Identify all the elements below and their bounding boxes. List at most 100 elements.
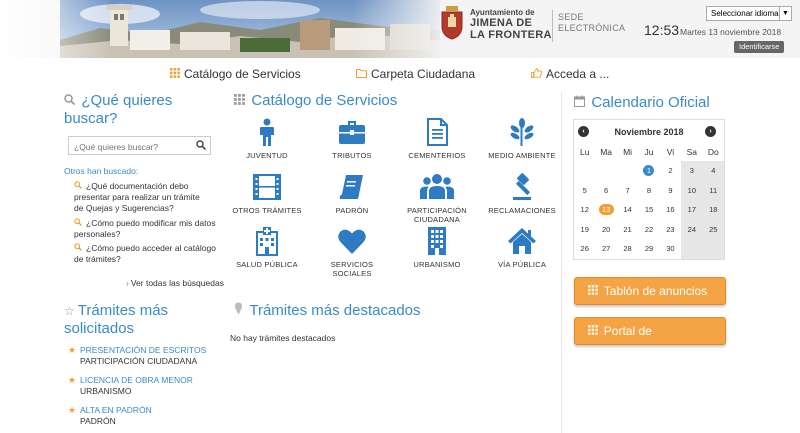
calendar-day-number: 3 [689, 166, 694, 175]
calendar-day[interactable]: 15 [638, 200, 659, 220]
language-select[interactable]: Seleccionar idioma ▼ [706, 6, 792, 21]
catalog-item-reclamaciones[interactable]: RECLAMACIONES [477, 172, 567, 215]
calendar-weekday: Vi [666, 147, 675, 157]
calendar-weekday: Ma [600, 147, 613, 157]
brand-ayuntamiento: Ayuntamiento de [470, 8, 535, 17]
calendar-day[interactable]: 17 [681, 200, 703, 220]
calendar-day-number: 24 [687, 224, 697, 234]
calendar-day[interactable]: 29 [638, 239, 659, 259]
catalog-item-otros-tramites[interactable]: OTROS TRÁMITES [222, 172, 312, 215]
tramite-item[interactable]: ★ PRESENTACIÓN DE ESCRITOS PARTICIPACIÓN… [68, 345, 206, 367]
search-input[interactable] [69, 138, 189, 156]
calendar-day[interactable]: 8 [638, 181, 659, 201]
tramite-category: PADRÓN [80, 416, 116, 426]
calendar-day[interactable]: 16 [660, 200, 681, 220]
nav-catalog[interactable]: Catálogo de Servicios [170, 66, 301, 82]
search-submit-icon[interactable] [196, 140, 206, 150]
tramites-title-line2: solicitados [64, 320, 135, 337]
catalog-item-salud-publica[interactable]: SALUD PÚBLICA [222, 226, 312, 269]
catalog-item-servicios-sociales[interactable]: SERVICIOS SOCIALES [307, 226, 397, 278]
calendar-day[interactable]: 22 [638, 220, 659, 240]
see-all-searches-link[interactable]: › Ver todas las búsquedas [126, 278, 224, 288]
calendar-prev-button[interactable]: ‹ [578, 126, 589, 137]
identify-button[interactable]: Identificarse [734, 41, 785, 53]
heart-icon [338, 229, 366, 254]
calendar-day[interactable]: 5 [574, 181, 595, 201]
catalog-item-via-publica[interactable]: VÍA PÚBLICA [477, 226, 567, 269]
nav-folder[interactable]: Carpeta Ciudadana [356, 66, 475, 82]
calendar-day[interactable]: 21 [617, 220, 638, 240]
calendar-day[interactable]: 26 [574, 239, 595, 259]
catalog-item-cementerios[interactable]: CEMENTERIOS [392, 117, 482, 160]
calendar-day[interactable]: 18 [702, 200, 724, 220]
calendar-weekday: Ju [644, 147, 654, 157]
tablon-anuncios-button[interactable]: Tablón de anuncios [574, 277, 726, 305]
tramites-section-title: ☆ Trámites más solicitados [64, 302, 224, 337]
query-text-line: de Quejas y Sugerencias? [74, 203, 174, 213]
calendar-day[interactable]: 11 [702, 180, 724, 201]
tramite-item[interactable]: ★ LICENCIA DE OBRA MENOR URBANISMO [68, 375, 193, 397]
calendar-day[interactable]: 19 [574, 220, 595, 240]
building-icon [428, 227, 446, 255]
calendar-icon [574, 95, 588, 110]
calendar-day[interactable]: 9 [660, 181, 681, 201]
catalog-title-label: Catálogo de Servicios [251, 92, 398, 109]
catalog-item-label: VÍA PÚBLICA [497, 260, 547, 269]
grid-icon [234, 94, 248, 108]
brand-divider [552, 10, 553, 42]
destacados-title-label: Trámites más destacados [249, 302, 421, 319]
document-icon [427, 118, 448, 146]
portal-transparencia-button[interactable]: Portal de transparencia [574, 317, 726, 366]
calendar-day[interactable]: 24 [681, 219, 703, 240]
query-text-line: ¿Cómo puedo acceder al catálogo [86, 243, 216, 253]
calendar-day[interactable]: 7 [617, 181, 638, 201]
calendar-day-number: 6 [604, 185, 609, 195]
calendar-day[interactable]: 28 [617, 239, 638, 259]
query-text-line: personales? [74, 229, 121, 239]
calendar-day[interactable]: 6 [595, 181, 616, 201]
tramite-item[interactable]: ★ ALTA EN PADRÓN PADRÓN [68, 405, 152, 427]
calendar-day[interactable]: 3 [681, 161, 703, 181]
catalog-item-tributos[interactable]: TRIBUTOS [307, 117, 397, 160]
calendar-day-number: 29 [644, 244, 654, 254]
catalog-item-label: CEMENTERIOS [408, 151, 466, 160]
calendar-day-number: 11 [709, 185, 718, 195]
nav-access[interactable]: Acceda a ... [531, 66, 609, 82]
calendar-day[interactable]: 1 [638, 161, 659, 181]
calendar-day-number: 21 [623, 224, 632, 234]
search-query-item[interactable]: ¿Cómo puedo acceder al catálogo de trámi… [74, 243, 226, 265]
municipality-brand[interactable]: Ayuntamiento de JIMENA DE LA FRONTERA [470, 9, 552, 41]
destacados-empty-message: No hay trámites destacados [230, 333, 336, 343]
calendar-day-number: 19 [580, 224, 589, 234]
calendar-day[interactable]: 20 [595, 220, 616, 240]
calendar-next-button[interactable]: › [705, 126, 716, 137]
calendar-day[interactable]: 4 [702, 161, 724, 181]
catalog-item-juventud[interactable]: JUVENTUD [222, 117, 312, 160]
book-icon [339, 175, 363, 200]
calendar-day[interactable]: 2 [660, 161, 681, 181]
calendar-day[interactable]: 23 [660, 220, 681, 240]
search-query-item[interactable]: ¿Cómo puedo modificar mis datos personal… [74, 218, 226, 240]
calendar-empty-cell [702, 239, 724, 259]
sede-line2: ELECTRÓNICA [558, 23, 626, 33]
calendar-day[interactable]: 25 [702, 219, 724, 240]
calendar-day-number: 8 [646, 185, 652, 195]
catalog-item-urbanismo[interactable]: URBANISMO [392, 226, 482, 269]
catalog-item-padron[interactable]: PADRÓN [307, 172, 397, 215]
calendar-grid: Lu Ma Mi Ju Vi Sa Do 1 2 3 4 5 6 7 8 9 10 11 12 13 14 15 16 17 1… [574, 144, 724, 259]
calendar-day[interactable]: 10 [681, 180, 703, 201]
calendar-empty-cell [595, 161, 616, 181]
calendar-day[interactable]: 13 [595, 200, 616, 220]
calendar-day-number: 30 [666, 244, 675, 254]
catalog-item-participacion[interactable]: PARTICIPACIÓN CIUDADANA [392, 172, 482, 224]
calendar-day[interactable]: 30 [660, 239, 681, 259]
calendar-day[interactable]: 27 [595, 239, 616, 259]
column-divider [561, 92, 562, 433]
catalog-item-label: PADRÓN [335, 206, 369, 215]
calendar-day[interactable]: 12 [574, 200, 595, 220]
search-query-item[interactable]: ¿Qué documentación debo presentar para r… [74, 181, 226, 214]
catalog-item-medio-ambiente[interactable]: MEDIO AMBIENTE [477, 117, 567, 160]
calendar-day[interactable]: 14 [617, 200, 638, 220]
calendar-day-number: 20 [601, 224, 611, 234]
calendar-day-number: 25 [709, 224, 718, 234]
